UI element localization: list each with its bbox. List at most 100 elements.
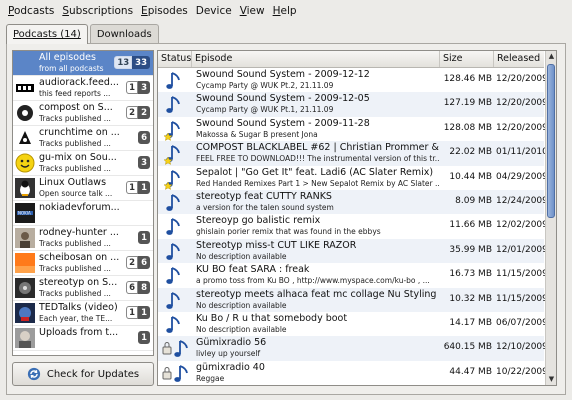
- podcast-count-badges: 11: [126, 181, 150, 194]
- podcast-item[interactable]: scheibosan on ... Tracks published ... 2 6: [13, 251, 153, 276]
- column-header-episode[interactable]: Episode: [192, 51, 440, 67]
- new-episodes-badge: 1: [126, 81, 139, 94]
- podcast-count-badges: 13 33: [114, 56, 150, 69]
- podcast-cover-icon: [15, 103, 35, 123]
- episode-released: 12/20/2009: [496, 74, 548, 84]
- downloaded-episodes-badge: 2: [138, 106, 150, 119]
- episode-description: Makossa & Sugar B present Jona: [196, 129, 318, 139]
- podcast-cover-icon: [15, 228, 35, 248]
- tab-downloads[interactable]: Downloads: [89, 24, 159, 44]
- podcast-item[interactable]: NOKIA nokiadevforum...: [13, 201, 153, 226]
- music-note-icon: [162, 216, 188, 238]
- column-released-label: Released: [497, 53, 541, 64]
- svg-text:NOKIA: NOKIA: [18, 211, 31, 216]
- episode-row[interactable]: Swound Sound System - 2009-12-05 Cycamp P…: [158, 92, 548, 117]
- scroll-up-icon[interactable]: ▲: [546, 51, 556, 62]
- episode-description: Red Handed Remixes Part 1 > New Sepalot …: [196, 178, 440, 188]
- menu-device[interactable]: Device: [192, 5, 236, 17]
- episode-row[interactable]: COMPOST BLACKLABEL #62 | Christian Promm…: [158, 141, 548, 166]
- episode-list[interactable]: Status Episode Size Released Swound Soun…: [157, 50, 557, 386]
- scroll-thumb[interactable]: [547, 64, 555, 218]
- podcast-description: Tracks published ...: [39, 239, 111, 248]
- podcast-item[interactable]: compost on S... Tracks published ... 2 2: [13, 101, 153, 126]
- new-episodes-badge: 1: [126, 306, 139, 319]
- episode-description: No description available: [196, 251, 287, 261]
- podcast-cover-icon: [15, 303, 35, 323]
- episode-size: 128.46 MB: [443, 74, 492, 84]
- downloaded-episodes-badge: 1: [138, 306, 150, 319]
- podcast-count-badges: 1: [138, 331, 150, 344]
- column-header-status[interactable]: Status: [158, 51, 192, 67]
- podcast-item[interactable]: Linux Outlaws Open source talk ... 1 1: [13, 176, 153, 201]
- episode-description: Cycamp Party @ WUK Pt.2, 21.11.09: [196, 81, 334, 90]
- podcast-item[interactable]: audiorack.feed... this feed reports ... 1 3: [13, 76, 153, 101]
- podcast-item[interactable]: rodney-hunter ... Tracks published ... 1: [13, 226, 153, 251]
- podcast-description: Tracks published ...: [39, 139, 111, 148]
- menu-help[interactable]: Help: [269, 5, 301, 17]
- episode-size: 22.02 MB: [449, 147, 492, 158]
- podcast-item[interactable]: TEDTalks (video) Each year, the TE... 1 1: [13, 301, 153, 326]
- episode-size: 10.44 MB: [449, 171, 492, 182]
- tab-podcasts-label: Podcasts (14): [13, 29, 81, 40]
- podcast-item[interactable]: Uploads from t... 1: [13, 326, 153, 351]
- menu-podcasts[interactable]: Podcasts: [4, 5, 58, 17]
- episode-row[interactable]: Swound Sound System - 2009-12-12 Cycamp P…: [158, 68, 548, 92]
- new-episodes-badge: 1: [126, 181, 139, 194]
- episode-description: ghislain porier remix that was found in …: [196, 227, 381, 237]
- podcast-item[interactable]: gu-mix on Sou... Tracks published ... 3: [13, 151, 153, 176]
- podcast-description: Tracks published ...: [39, 264, 111, 273]
- podcast-count-badges: 68: [126, 281, 150, 294]
- podcast-cover-icon: [15, 278, 35, 298]
- episode-size: 127.19 MB: [443, 98, 492, 109]
- episode-description: No description available: [196, 300, 287, 310]
- podcast-title: Uploads from t...: [39, 327, 119, 338]
- music-note-icon: [162, 265, 188, 287]
- episode-released: 12/20/2009: [496, 98, 548, 109]
- podcast-item[interactable]: crunchtime on ... Tracks published ... 6: [13, 126, 153, 151]
- podcast-description: Tracks published ...: [39, 164, 111, 173]
- episode-scrollbar[interactable]: ▲ ▼: [545, 51, 556, 385]
- podcast-cover-icon: NOKIA: [15, 203, 35, 223]
- episode-row[interactable]: Gümixradio 56 livley up yourself 640.15 MB…: [158, 336, 548, 361]
- episode-list-header: Status Episode Size Released: [158, 51, 544, 68]
- downloaded-episodes-badge: 3: [138, 156, 150, 169]
- downloaded-episodes-badge: 6: [138, 131, 150, 144]
- episode-row[interactable]: Sepalot | "Go Get It" feat. Ladi6 (AC Sl…: [158, 166, 548, 190]
- menu-view[interactable]: View: [236, 5, 269, 17]
- episode-row[interactable]: stereotyp meets alhaca feat mc collage N…: [158, 287, 548, 312]
- tab-podcasts[interactable]: Podcasts (14): [6, 24, 88, 44]
- new-episodes-badge: 13: [114, 56, 133, 69]
- downloaded-episodes-badge: 1: [138, 331, 150, 344]
- podcast-count-badges: 26: [126, 256, 150, 269]
- refresh-icon: [27, 367, 40, 381]
- podcast-item[interactable]: stereotyp on S... Tracks published ... 6 8: [13, 276, 153, 301]
- column-header-size[interactable]: Size: [440, 51, 494, 67]
- episode-row[interactable]: KU BO feat SARA : freak a promo toss from…: [158, 263, 548, 287]
- episode-released: 11/15/2009: [496, 269, 548, 280]
- episode-row[interactable]: stereotyp feat CUTTY RANKS a version for …: [158, 189, 548, 215]
- downloaded-episodes-badge: 33: [132, 56, 150, 69]
- episode-row[interactable]: Stereoyp go balistic remix ghislain porie…: [158, 214, 548, 238]
- podcast-count-badges: 13: [126, 81, 150, 94]
- episode-row[interactable]: Ku Bo / R u that somebody boot No descrip…: [158, 312, 548, 336]
- podcast-item-all-episodes[interactable]: All episodes from all podcasts 13 33: [13, 51, 153, 76]
- podcast-description: Open source talk ...: [39, 189, 113, 198]
- scroll-down-icon[interactable]: ▼: [546, 374, 556, 385]
- podcast-count-badges: 3: [138, 156, 150, 169]
- music-note-icon: [162, 241, 188, 263]
- podcast-list[interactable]: All episodes from all podcasts 13 33 audiora…: [12, 50, 154, 356]
- check-updates-button[interactable]: Check for Updates: [12, 362, 154, 386]
- podcast-cover-icon: [15, 253, 35, 273]
- column-header-released[interactable]: Released: [494, 51, 544, 67]
- episode-released: 01/11/2010: [496, 147, 548, 158]
- downloaded-episodes-badge: 6: [138, 256, 150, 269]
- downloaded-episodes-badge: 1: [138, 181, 150, 194]
- menu-episodes[interactable]: Episodes: [137, 5, 192, 17]
- podcast-cover-icon: [15, 78, 35, 98]
- menu-subscriptions[interactable]: Subscriptions: [58, 5, 137, 17]
- episode-description: Cycamp Party @ WUK Pt.1, 21.11.09: [196, 105, 334, 115]
- downloaded-episodes-badge: 1: [138, 231, 150, 244]
- episode-row[interactable]: Stereotyp miss-t CUT LIKE RAZOR No descri…: [158, 238, 548, 264]
- episode-row[interactable]: gümixradio 40 Reggae 44.47 MB 10/22/2009: [158, 361, 548, 385]
- episode-row[interactable]: Swound Sound System - 2009-11-28 Makossa …: [158, 117, 548, 141]
